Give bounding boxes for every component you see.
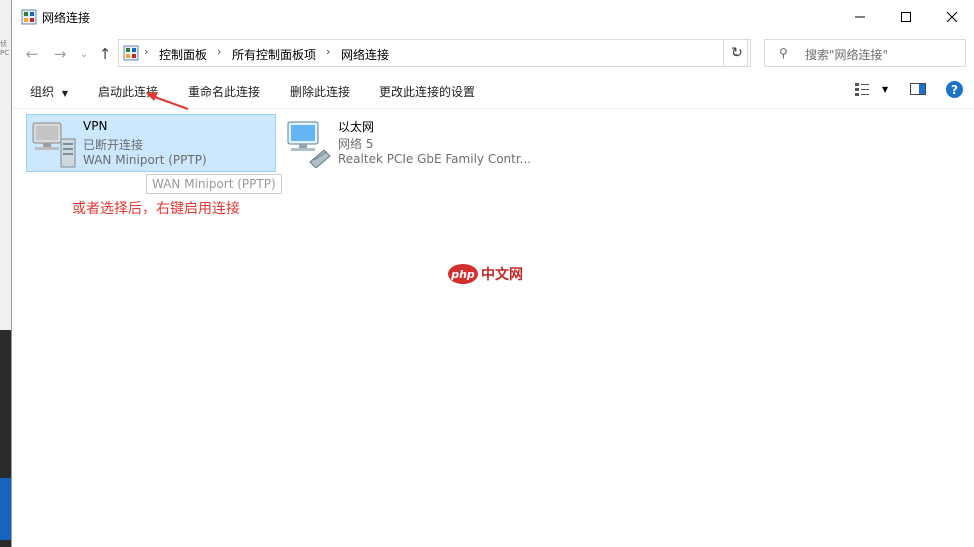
command-bar: 组织 ▼ 启动此连接 重命名此连接 删除此连接 更改此连接的设置 ▼ ? — [12, 72, 974, 110]
chevron-down-icon: ⌄ — [79, 48, 89, 60]
desktop-background: 侦 PC — [0, 0, 11, 547]
connection-name: VPN — [83, 119, 108, 133]
search-box[interactable]: ⚲ 搜索"网络连接" — [764, 39, 966, 67]
address-bar[interactable]: › 控制面板 › 所有控制面板项 › 网络连接 ⌄ — [118, 39, 748, 67]
breadcrumb-control-panel[interactable]: 控制面板 — [159, 46, 207, 63]
watermark-text: 中文网 — [481, 267, 523, 283]
breadcrumb-separator-icon: › — [326, 45, 331, 58]
connections-list: VPN 已断开连接 WAN Miniport (PPTP) 以太网 网络 5 R… — [12, 108, 974, 547]
control-panel-icon — [123, 45, 139, 61]
watermark-logo: php 中文网 — [448, 263, 523, 285]
connection-name: 以太网 — [338, 120, 375, 134]
connection-item-ethernet[interactable]: 以太网 网络 5 Realtek PCIe GbE Family Contr..… — [282, 114, 532, 172]
network-connections-icon — [21, 9, 37, 25]
organize-menu[interactable]: 组织 ▼ — [30, 83, 68, 100]
forward-button[interactable]: → — [50, 44, 70, 64]
up-button[interactable]: ↑ — [95, 44, 115, 64]
search-input[interactable]: 搜索"网络连接" — [805, 46, 888, 63]
vpn-connection-icon — [32, 122, 76, 168]
up-arrow-icon: ↑ — [98, 45, 112, 63]
preview-pane-icon — [910, 83, 926, 95]
caret-down-icon: ▼ — [61, 89, 68, 98]
preview-pane-button[interactable] — [910, 82, 926, 99]
rename-connection-button[interactable]: 重命名此连接 — [188, 83, 260, 100]
connection-device: WAN Miniport (PPTP) — [83, 153, 207, 167]
watermark-badge: php — [448, 264, 478, 284]
navigation-row: ← → ⌄ ↑ › 控制面板 › 所有控制面板项 › 网络连接 ⌄ ↻ ⚲ 搜索… — [12, 34, 974, 72]
search-icon: ⚲ — [779, 46, 788, 60]
organize-label: 组织 — [30, 85, 55, 99]
back-button[interactable]: ← — [22, 44, 42, 64]
connection-device: Realtek PCIe GbE Family Contr... — [338, 152, 532, 166]
breadcrumb-separator-icon: › — [144, 45, 149, 58]
desktop-strip-text: 侦 PC — [0, 40, 10, 57]
connection-item-vpn[interactable]: VPN 已断开连接 WAN Miniport (PPTP) — [26, 114, 276, 172]
maximize-button[interactable] — [883, 0, 929, 34]
window-title: 网络连接 — [42, 11, 91, 25]
close-button[interactable] — [929, 0, 974, 34]
maximize-icon — [901, 12, 911, 22]
details-view-icon — [855, 83, 869, 96]
minimize-icon — [855, 16, 865, 18]
refresh-button[interactable]: ↻ — [723, 39, 751, 67]
tooltip: WAN Miniport (PPTP) — [146, 174, 282, 194]
back-arrow-icon: ← — [25, 45, 39, 63]
breadcrumb-network-connections[interactable]: 网络连接 — [341, 46, 389, 63]
desktop-blue-area — [0, 478, 11, 540]
help-button[interactable]: ? — [946, 81, 963, 98]
connection-status: 已断开连接 — [83, 138, 144, 152]
help-icon: ? — [951, 82, 958, 97]
close-icon — [947, 12, 957, 22]
refresh-icon: ↻ — [731, 45, 743, 61]
title-bar: 网络连接 — [12, 0, 974, 34]
change-settings-button[interactable]: 更改此连接的设置 — [379, 83, 475, 100]
explorer-window: 网络连接 ← → ⌄ ↑ › 控制面板 › 所有控制面板项 › 网络连接 ⌄ ↻… — [11, 0, 974, 547]
caret-down-icon: ▼ — [882, 84, 889, 94]
connection-status: 网络 5 — [338, 137, 374, 151]
recent-locations-button[interactable]: ⌄ — [74, 44, 94, 64]
breadcrumb-all-items[interactable]: 所有控制面板项 — [232, 46, 316, 63]
annotation-text: 或者选择后，右键启用连接 — [72, 201, 240, 217]
view-options-button[interactable]: ▼ — [854, 82, 888, 96]
minimize-button[interactable] — [837, 0, 883, 34]
breadcrumb-separator-icon: › — [217, 45, 222, 58]
ethernet-connection-icon — [287, 121, 331, 168]
delete-connection-button[interactable]: 删除此连接 — [290, 83, 350, 100]
forward-arrow-icon: → — [53, 45, 67, 63]
